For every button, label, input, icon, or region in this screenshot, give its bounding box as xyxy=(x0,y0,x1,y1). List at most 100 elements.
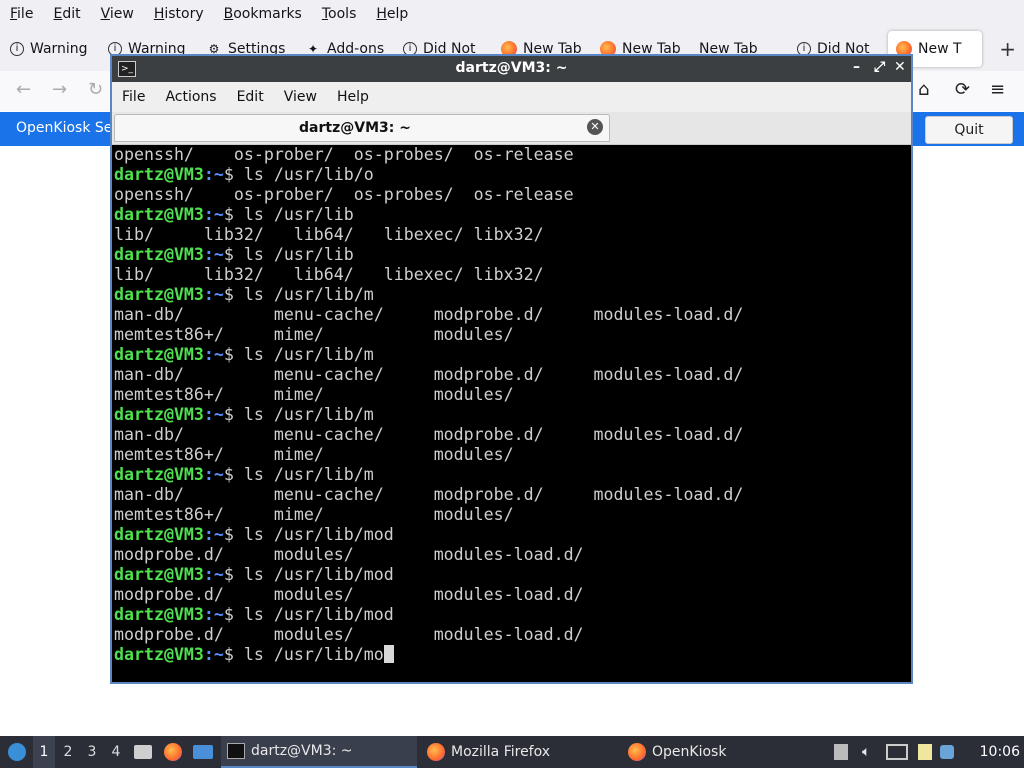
tab-warning-1[interactable]: i Warning xyxy=(10,37,88,61)
term-menu-file[interactable]: File xyxy=(112,89,155,105)
terminal-output-line: lib/ lib32/ lib64/ libexec/ libx32/ xyxy=(112,265,911,285)
terminal-output-line: modprobe.d/ modules/ modules-load.d/ xyxy=(112,625,911,645)
clipboard-icon[interactable] xyxy=(834,744,848,760)
workspace-2[interactable]: 2 xyxy=(57,736,79,768)
terminal-menubar: File Actions Edit View Help xyxy=(112,82,911,112)
close-window-icon[interactable]: ✕ xyxy=(894,59,906,75)
terminal-titlebar[interactable]: >_ dartz@VM3: ~ – ⤢ ✕ xyxy=(112,56,911,82)
start-menu-button[interactable] xyxy=(4,736,30,768)
hamburger-menu-icon[interactable]: ≡ xyxy=(990,79,1005,100)
file-manager-launcher[interactable] xyxy=(134,736,152,768)
term-menu-actions[interactable]: Actions xyxy=(155,89,226,105)
minimize-icon[interactable]: – xyxy=(853,59,860,75)
prompt-user: dartz@VM3 xyxy=(114,205,204,224)
prompt-path: :~ xyxy=(203,405,224,424)
terminal-command-line: dartz@VM3:~$ ls /usr/lib/m xyxy=(112,405,911,425)
output-text: lib/ lib32/ lib64/ libexec/ libx32/ xyxy=(114,225,544,244)
firefox-icon xyxy=(427,743,445,761)
command-text: ls /usr/lib/m xyxy=(243,465,374,484)
terminal-window: >_ dartz@VM3: ~ – ⤢ ✕ File Actions Edit … xyxy=(110,54,913,684)
menu-view[interactable]: View xyxy=(91,6,144,22)
workspace-1[interactable]: 1 xyxy=(33,736,55,768)
terminal-output-line: man-db/ menu-cache/ modprobe.d/ modules-… xyxy=(112,305,911,325)
terminal-output-line: modprobe.d/ modules/ modules-load.d/ xyxy=(112,585,911,605)
workspace-3[interactable]: 3 xyxy=(81,736,103,768)
command-text: ls /usr/lib/mod xyxy=(243,605,394,624)
network-icon[interactable] xyxy=(886,744,909,760)
updates-icon[interactable] xyxy=(940,745,955,759)
terminal-output-line: memtest86+/ mime/ modules/ xyxy=(112,325,911,345)
quit-button[interactable]: Quit xyxy=(925,116,1013,144)
prompt-path: :~ xyxy=(203,245,224,264)
term-menu-view[interactable]: View xyxy=(274,89,327,105)
firefox-launcher[interactable] xyxy=(164,736,188,768)
lubuntu-logo-icon xyxy=(8,743,26,761)
terminal-cursor xyxy=(383,645,394,663)
prompt-user: dartz@VM3 xyxy=(114,245,204,264)
menu-file[interactable]: File xyxy=(0,6,43,22)
close-tab-icon[interactable]: ✕ xyxy=(587,119,603,135)
workspace-4[interactable]: 4 xyxy=(105,736,127,768)
folder-icon xyxy=(134,745,152,759)
firefox-menubar: File Edit View History Bookmarks Tools H… xyxy=(0,0,1024,27)
menu-help[interactable]: Help xyxy=(366,6,418,22)
term-menu-edit[interactable]: Edit xyxy=(227,89,274,105)
terminal-output-line: memtest86+/ mime/ modules/ xyxy=(112,445,911,465)
desktop-icon xyxy=(193,745,213,759)
forward-icon[interactable]: → xyxy=(52,79,67,100)
output-text: memtest86+/ mime/ modules/ xyxy=(114,505,514,524)
volume-icon[interactable]: 🔈︎ xyxy=(862,744,870,760)
terminal-output-line: lib/ lib32/ lib64/ libexec/ libx32/ xyxy=(112,225,911,245)
prompt-symbol: $ xyxy=(223,525,244,544)
output-text: man-db/ menu-cache/ modprobe.d/ modules-… xyxy=(114,425,744,444)
terminal-command-line: dartz@VM3:~$ ls /usr/lib/mod xyxy=(112,525,911,545)
maximize-icon[interactable]: ⤢ xyxy=(874,59,885,75)
menu-tools[interactable]: Tools xyxy=(312,6,367,22)
output-text: memtest86+/ mime/ modules/ xyxy=(114,385,514,404)
prompt-symbol: $ xyxy=(223,405,244,424)
terminal-tabbar: dartz@VM3: ~ ✕ xyxy=(112,112,911,145)
prompt-user: dartz@VM3 xyxy=(114,605,204,624)
command-text: ls /usr/lib/o xyxy=(243,165,374,184)
prompt-path: :~ xyxy=(203,345,224,364)
window-title: dartz@VM3: ~ xyxy=(455,60,568,76)
prompt-path: :~ xyxy=(203,465,224,484)
prompt-user: dartz@VM3 xyxy=(114,165,204,184)
back-icon[interactable]: ← xyxy=(16,79,31,100)
prompt-path: :~ xyxy=(203,645,224,664)
prompt-symbol: $ xyxy=(223,345,244,364)
prompt-user: dartz@VM3 xyxy=(114,285,204,304)
menu-edit[interactable]: Edit xyxy=(43,6,90,22)
terminal-output-line: openssh/ os-prober/ os-probes/ os-releas… xyxy=(112,145,911,165)
firefox-icon xyxy=(164,743,182,761)
menu-bookmarks[interactable]: Bookmarks xyxy=(214,6,312,22)
taskbar-window-openkiosk[interactable]: OpenKiosk xyxy=(622,736,824,768)
new-tab-button[interactable]: + xyxy=(999,37,1016,61)
taskbar-window-terminal[interactable]: dartz@VM3: ~ xyxy=(221,736,417,768)
menu-history[interactable]: History xyxy=(144,6,214,22)
prompt-symbol: $ xyxy=(223,465,244,484)
reload-icon[interactable]: ↻ xyxy=(88,79,103,100)
taskbar-window-firefox[interactable]: Mozilla Firefox xyxy=(421,736,623,768)
notes-icon[interactable] xyxy=(918,744,933,760)
output-text: man-db/ menu-cache/ modprobe.d/ modules-… xyxy=(114,305,744,324)
terminal-output-line: openssh/ os-prober/ os-probes/ os-releas… xyxy=(112,185,911,205)
output-text: memtest86+/ mime/ modules/ xyxy=(114,445,514,464)
desktop-launcher[interactable] xyxy=(193,736,213,768)
terminal-command-line: dartz@VM3:~$ ls /usr/lib/mod xyxy=(112,565,911,585)
output-text: openssh/ os-prober/ os-probes/ os-releas… xyxy=(114,185,574,204)
terminal-tab[interactable]: dartz@VM3: ~ ✕ xyxy=(114,114,610,142)
command-text: ls /usr/lib/m xyxy=(243,405,374,424)
terminal-output-line: man-db/ menu-cache/ modprobe.d/ modules-… xyxy=(112,485,911,505)
command-text: ls /usr/lib xyxy=(243,245,354,264)
output-text: modprobe.d/ modules/ modules-load.d/ xyxy=(114,625,584,644)
term-menu-help[interactable]: Help xyxy=(327,89,379,105)
home-icon[interactable]: ⌂ xyxy=(918,79,929,100)
prompt-symbol: $ xyxy=(223,205,244,224)
terminal-output[interactable]: openssh/ os-prober/ os-probes/ os-releas… xyxy=(112,145,911,682)
sync-icon[interactable]: ⟳ xyxy=(955,79,970,100)
output-text: man-db/ menu-cache/ modprobe.d/ modules-… xyxy=(114,485,744,504)
prompt-user: dartz@VM3 xyxy=(114,645,204,664)
terminal-tab-label: dartz@VM3: ~ xyxy=(299,120,411,136)
terminal-icon xyxy=(227,743,245,759)
